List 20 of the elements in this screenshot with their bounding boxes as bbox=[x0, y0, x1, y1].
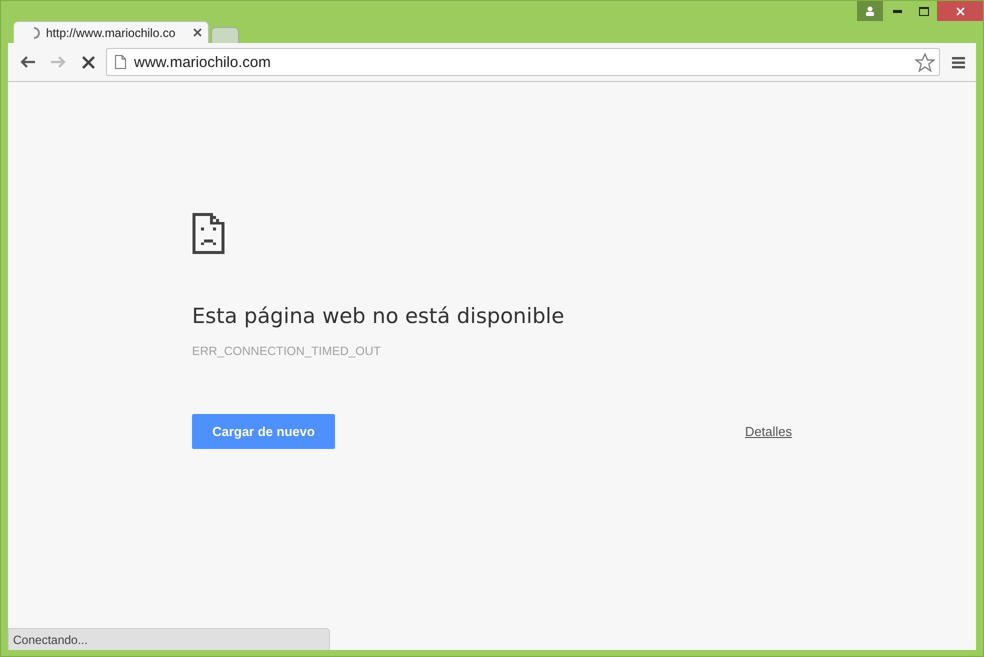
stop-icon bbox=[82, 56, 94, 68]
error-code: ERR_CONNECTION_TIMED_OUT bbox=[192, 344, 382, 358]
sad-page-icon bbox=[192, 213, 225, 254]
maximize-icon bbox=[919, 6, 929, 16]
status-bubble: Conectando... bbox=[8, 628, 330, 650]
active-tab[interactable]: http://www.mariochilo.co bbox=[13, 21, 209, 43]
details-link[interactable]: Detalles bbox=[745, 424, 792, 439]
error-heading: Esta página web no está disponible bbox=[192, 304, 566, 328]
profile-button[interactable] bbox=[857, 1, 883, 21]
close-icon bbox=[956, 6, 964, 16]
page-icon bbox=[115, 55, 126, 69]
forward-arrow-icon bbox=[50, 55, 66, 69]
minimize-icon bbox=[892, 10, 902, 12]
address-bar[interactable]: www.mariochilo.com bbox=[106, 48, 940, 76]
person-icon bbox=[865, 6, 875, 16]
back-arrow-icon bbox=[20, 55, 36, 69]
star-icon[interactable] bbox=[915, 52, 935, 72]
close-tab-icon[interactable] bbox=[193, 28, 202, 37]
menu-icon bbox=[952, 56, 964, 68]
close-window-button[interactable] bbox=[937, 1, 983, 21]
